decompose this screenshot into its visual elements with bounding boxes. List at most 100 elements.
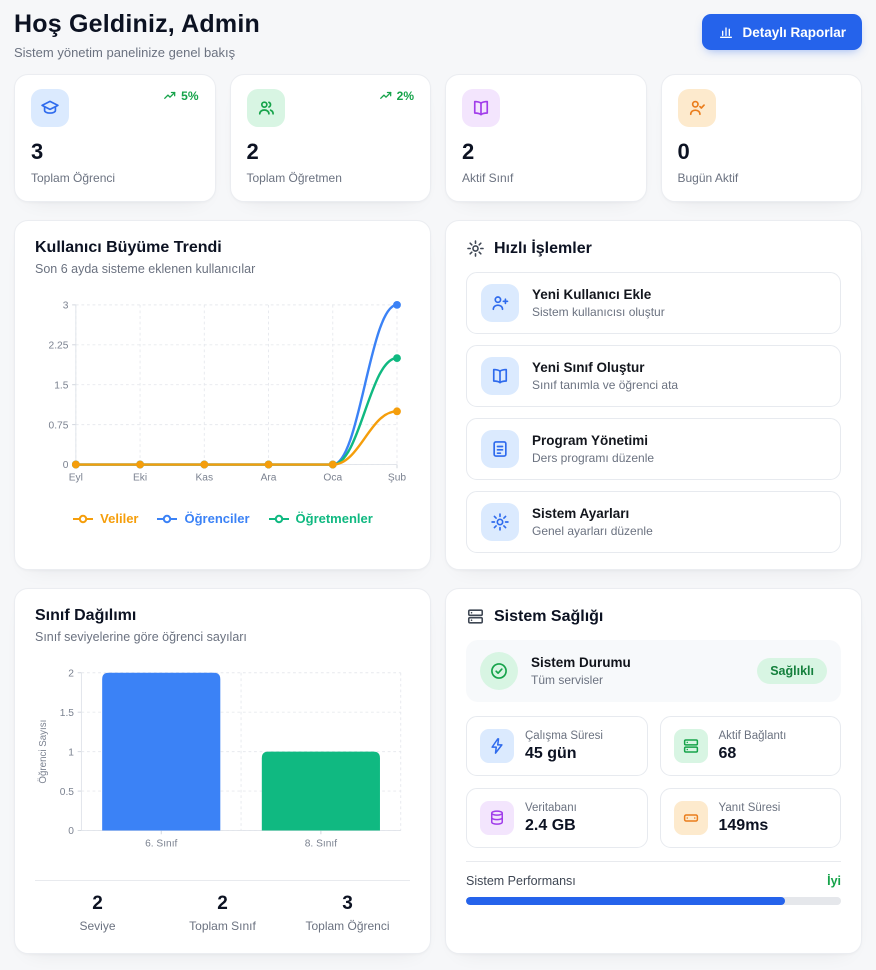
- metric-connections: Aktif Bağlantı 68: [660, 716, 842, 776]
- legend-item[interactable]: Öğrenciler: [156, 511, 249, 526]
- main-row-1: Kullanıcı Büyüme Trendi Son 6 ayda siste…: [14, 220, 862, 570]
- stat-value: 0: [678, 139, 846, 165]
- svg-text:Oca: Oca: [323, 472, 342, 483]
- svg-text:0.75: 0.75: [49, 420, 69, 431]
- database-icon: [480, 801, 514, 835]
- quick-action-add-user[interactable]: Yeni Kullanıcı Ekle Sistem kullanıcısı o…: [466, 272, 841, 334]
- stat-card-teachers: 2% 2 Toplam Öğretmen: [230, 74, 432, 202]
- svg-text:3: 3: [63, 301, 69, 312]
- divider: [466, 861, 841, 862]
- footer-stat-value: 2: [35, 893, 160, 915]
- footer-stat-label: Toplam Öğrenci: [285, 919, 410, 933]
- distribution-title: Sınıf Dağılımı: [35, 607, 410, 625]
- svg-text:1.5: 1.5: [60, 708, 75, 719]
- legend-item[interactable]: Öğretmenler: [268, 511, 373, 526]
- performance-status: İyi: [827, 874, 841, 888]
- growth-line-chart: EylEkiKasAraOcaŞub00.751.52.253: [35, 288, 410, 500]
- trending-up-icon: [163, 89, 177, 103]
- system-status-title: Sistem Durumu: [531, 655, 744, 670]
- stat-card-classes: 2 Aktif Sınıf: [445, 74, 647, 202]
- quick-actions-card: Hızlı İşlemler Yeni Kullanıcı Ekle Siste…: [445, 220, 862, 570]
- performance-label: Sistem Performansı: [466, 874, 576, 888]
- metric-value: 68: [719, 745, 787, 763]
- svg-text:Öğrenci Sayısı: Öğrenci Sayısı: [38, 720, 49, 784]
- bolt-icon: [480, 729, 514, 763]
- distribution-footer-stats: 2 Seviye 2 Toplam Sınıf 3 Toplam Öğrenci: [35, 893, 410, 937]
- system-status-row: Sistem Durumu Tüm servisler Sağlıklı: [466, 640, 841, 702]
- svg-text:2.25: 2.25: [49, 341, 69, 352]
- bar-chart-icon: [718, 24, 734, 40]
- stat-label: Bugün Aktif: [678, 171, 846, 185]
- stat-value: 2: [462, 139, 630, 165]
- footer-stat-value: 3: [285, 893, 410, 915]
- system-health-title: Sistem Sağlığı: [494, 608, 603, 626]
- detailed-reports-label: Detaylı Raporlar: [742, 25, 846, 40]
- quick-action-subtitle: Sınıf tanımla ve öğrenci ata: [532, 378, 678, 392]
- stat-card-active-today: 0 Bugün Aktif: [661, 74, 863, 202]
- svg-text:6. Sınıf: 6. Sınıf: [145, 838, 177, 849]
- svg-text:0: 0: [68, 826, 74, 837]
- footer-stat-label: Toplam Sınıf: [160, 919, 285, 933]
- metric-value: 149ms: [719, 817, 781, 835]
- footer-stat-label: Seviye: [35, 919, 160, 933]
- trend-badge: 5%: [163, 89, 198, 103]
- graduation-cap-icon: [31, 89, 69, 127]
- metric-database: Veritabanı 2.4 GB: [466, 788, 648, 848]
- svg-text:1.5: 1.5: [54, 380, 69, 391]
- system-health-card: Sistem Sağlığı Sistem Durumu Tüm servisl…: [445, 588, 862, 954]
- svg-text:Eki: Eki: [133, 472, 147, 483]
- stats-row: 5% 3 Toplam Öğrenci 2% 2 Toplam Öğretmen: [14, 74, 862, 202]
- performance-progress-track: [466, 897, 841, 905]
- svg-text:2: 2: [68, 668, 74, 679]
- footer-stat-value: 2: [160, 893, 285, 915]
- quick-action-schedule[interactable]: Program Yönetimi Ders programı düzenle: [466, 418, 841, 480]
- svg-text:8. Sınıf: 8. Sınıf: [305, 838, 337, 849]
- check-circle-icon: [480, 652, 518, 690]
- svg-text:0: 0: [63, 460, 69, 471]
- metric-response-time: Yanıt Süresi 149ms: [660, 788, 842, 848]
- system-status-subtitle: Tüm servisler: [531, 673, 744, 687]
- trend-value: 5%: [181, 89, 198, 103]
- class-distribution-card: Sınıf Dağılımı Sınıf seviyelerine göre ö…: [14, 588, 431, 954]
- class-distribution-bar-chart: 00.511.526. Sınıf8. SınıfÖğrenci Sayısı: [35, 658, 410, 862]
- page-subtitle: Sistem yönetim panelinize genel bakış: [14, 45, 260, 60]
- quick-action-subtitle: Genel ayarları düzenle: [532, 524, 653, 538]
- quick-action-create-class[interactable]: Yeni Sınıf Oluştur Sınıf tanımla ve öğre…: [466, 345, 841, 407]
- quick-action-title: Yeni Kullanıcı Ekle: [532, 287, 665, 302]
- growth-chart-legend: Veliler Öğrenciler Öğretmenler: [35, 511, 410, 526]
- quick-action-subtitle: Sistem kullanıcısı oluştur: [532, 305, 665, 319]
- quick-action-settings[interactable]: Sistem Ayarları Genel ayarları düzenle: [466, 491, 841, 553]
- gear-icon: [481, 503, 519, 541]
- distribution-subtitle: Sınıf seviyelerine göre öğrenci sayıları: [35, 630, 410, 644]
- svg-text:Ara: Ara: [261, 472, 277, 483]
- metric-uptime: Çalışma Süresi 45 gün: [466, 716, 648, 776]
- server-stack-icon: [674, 729, 708, 763]
- footer-stat-total-students: 3 Toplam Öğrenci: [285, 893, 410, 933]
- metric-label: Çalışma Süresi: [525, 730, 603, 742]
- svg-text:Eyl: Eyl: [69, 472, 83, 483]
- performance-progress-fill: [466, 897, 785, 905]
- trend-badge: 2%: [379, 89, 414, 103]
- quick-actions-title: Hızlı İşlemler: [494, 240, 592, 258]
- footer-stat-levels: 2 Seviye: [35, 893, 160, 933]
- stat-label: Toplam Öğretmen: [247, 171, 415, 185]
- divider: [35, 880, 410, 881]
- server-stack-icon: [466, 607, 485, 626]
- metric-label: Aktif Bağlantı: [719, 730, 787, 742]
- svg-text:1: 1: [68, 747, 74, 758]
- quick-action-subtitle: Ders programı düzenle: [532, 451, 654, 465]
- detailed-reports-button[interactable]: Detaylı Raporlar: [702, 14, 862, 50]
- open-book-icon: [462, 89, 500, 127]
- user-plus-icon: [481, 284, 519, 322]
- health-metrics-grid: Çalışma Süresi 45 gün Aktif Bağlantı 68: [466, 716, 841, 848]
- metric-label: Yanıt Süresi: [719, 802, 781, 814]
- admin-dashboard: Hoş Geldiniz, Admin Sistem yönetim panel…: [0, 0, 876, 970]
- quick-action-title: Program Yönetimi: [532, 433, 654, 448]
- server-icon: [674, 801, 708, 835]
- gear-icon: [466, 239, 485, 258]
- quick-action-title: Yeni Sınıf Oluştur: [532, 360, 678, 375]
- legend-item[interactable]: Veliler: [72, 511, 138, 526]
- growth-card-title: Kullanıcı Büyüme Trendi: [35, 239, 410, 257]
- stat-card-students: 5% 3 Toplam Öğrenci: [14, 74, 216, 202]
- stat-value: 2: [247, 139, 415, 165]
